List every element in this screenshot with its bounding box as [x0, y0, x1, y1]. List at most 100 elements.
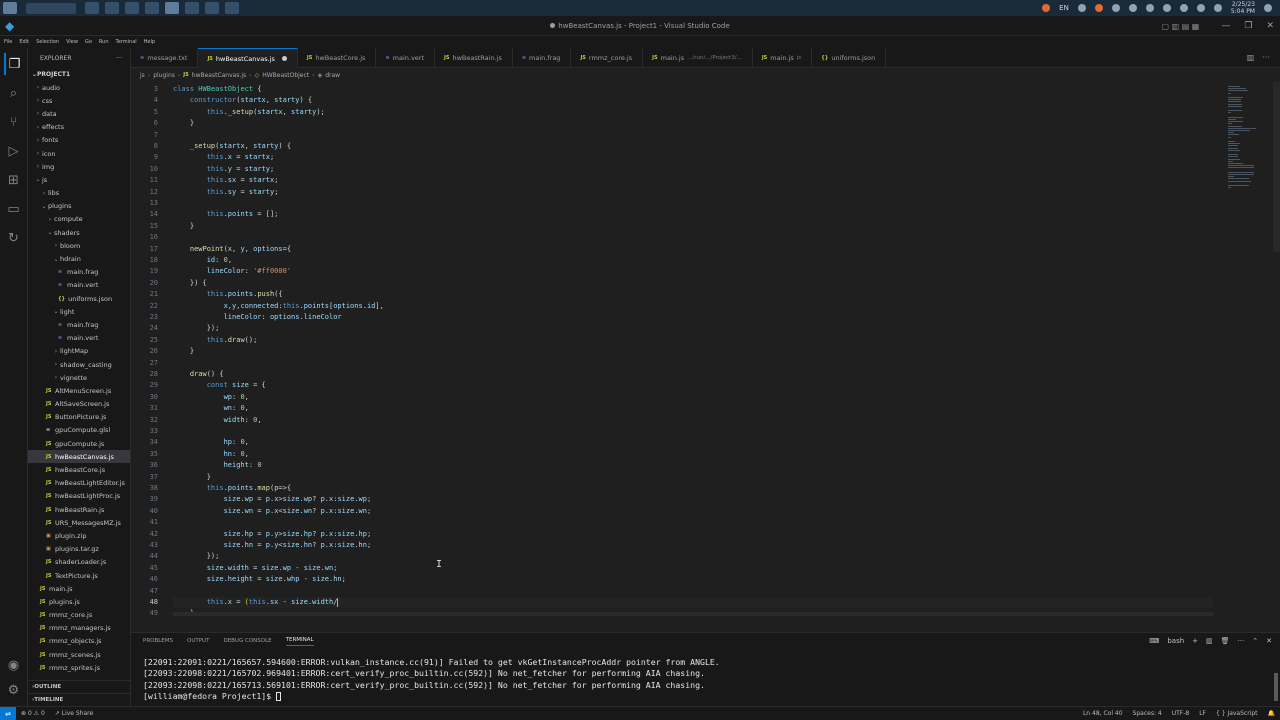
code-line[interactable]: }: [173, 221, 194, 232]
outline-section[interactable]: › OUTLINE: [28, 680, 130, 693]
terminal-output[interactable]: [22091:22091:0221/165657.594600:ERROR:vu…: [131, 649, 1280, 703]
split-editor-icon[interactable]: ▥: [1247, 53, 1255, 62]
maximize-panel-icon[interactable]: ⌃: [1252, 637, 1258, 645]
code-line[interactable]: width: 0,: [173, 415, 262, 426]
code-line[interactable]: draw() {: [173, 369, 224, 380]
extensions-icon[interactable]: ⊞: [4, 169, 24, 191]
notifications-icon[interactable]: [1264, 4, 1272, 12]
editor-tab[interactable]: JS main.js .../run/.../Project3/...: [643, 48, 753, 68]
tray-icon[interactable]: [1111, 4, 1120, 12]
unsaved-dot-icon[interactable]: [281, 56, 287, 61]
tree-file[interactable]: JS hwBeastCore.js: [28, 463, 130, 476]
code-line[interactable]: }: [173, 346, 194, 357]
tray-icon[interactable]: [1077, 4, 1086, 12]
code-line[interactable]: size.hn = p.y<size.hn? p.x:size.hn;: [173, 540, 372, 551]
tree-folder[interactable]: › css: [28, 94, 130, 107]
code-line[interactable]: size.height = size.whp - size.hn;: [173, 574, 346, 585]
tree-file[interactable]: JS gpuCompute.js: [28, 437, 130, 450]
tree-file[interactable]: JS AltSaveScreen.js: [28, 398, 130, 411]
terminal-scrollbar[interactable]: [1274, 673, 1278, 701]
editor-tab[interactable]: JS hwBeastCanvas.js: [198, 48, 298, 68]
project-root[interactable]: ⌄ PROJECT1: [28, 68, 130, 81]
code-line[interactable]: const size = {: [173, 380, 266, 391]
vertical-scrollbar[interactable]: [1273, 82, 1280, 252]
minimize-button[interactable]: —: [1221, 21, 1230, 31]
code-line[interactable]: this._setup(startx, starty);: [173, 107, 325, 118]
live-share-status[interactable]: ↗ Live Share: [50, 710, 98, 717]
tree-file[interactable]: ≡ main.vert: [28, 279, 130, 292]
code-line[interactable]: lineColor: options.lineColor: [173, 312, 342, 323]
editor-tab[interactable]: JS hwBeastRain.js: [435, 48, 513, 68]
tree-file[interactable]: JS TextPicture.js: [28, 569, 130, 582]
tree-folder[interactable]: ⌄ light: [28, 305, 130, 318]
tree-folder[interactable]: › fonts: [28, 134, 130, 147]
taskbar-app-icon[interactable]: [125, 2, 139, 14]
notifications-bell-icon[interactable]: 🔔: [1263, 710, 1280, 717]
more-actions-icon[interactable]: ···: [1262, 53, 1270, 62]
language-mode[interactable]: { } JavaScript: [1211, 710, 1263, 717]
menu-help[interactable]: Help: [144, 39, 155, 45]
minimap[interactable]: [1222, 82, 1272, 202]
code-editor[interactable]: 3 4 5 6 7 8 9 10 11 12 13 14 15 16 17 18 19 20 21 22 23 24 25 2…: [131, 82, 1280, 626]
settings-gear-icon[interactable]: ⚙: [8, 683, 20, 698]
tree-file[interactable]: JS hwBeastLightEditor.js: [28, 477, 130, 490]
tree-folder[interactable]: › vignette: [28, 371, 130, 384]
panel-tab-problems[interactable]: PROBLEMS: [143, 638, 173, 644]
taskbar-app-icon[interactable]: [145, 2, 159, 14]
tree-file[interactable]: ≡ main.frag: [28, 266, 130, 279]
code-line[interactable]: wn: 0,: [173, 403, 249, 414]
live-share-icon[interactable]: ↻: [4, 227, 24, 249]
tree-file[interactable]: ≡ gpuCompute.glsl: [28, 424, 130, 437]
tree-folder[interactable]: › icon: [28, 147, 130, 160]
tray-icon[interactable]: [1145, 4, 1154, 12]
remote-explorer-icon[interactable]: ▭: [4, 198, 24, 220]
menu-go[interactable]: Go: [85, 39, 92, 45]
editor-tab[interactable]: JS rmmz_core.js: [571, 48, 644, 68]
code-line[interactable]: hn: 0,: [173, 449, 249, 460]
code-line[interactable]: });: [173, 551, 220, 562]
tree-file[interactable]: JS hwBeastLightProc.js: [28, 490, 130, 503]
layout-toggle-icon[interactable]: ▢ ▥ ▤ ▦: [1162, 22, 1200, 31]
taskbar-app-icon[interactable]: [225, 2, 239, 14]
editor-tab[interactable]: JS hwBeastCore.js: [298, 48, 377, 68]
code-line[interactable]: this.sx = startx;: [173, 175, 279, 186]
menu-edit[interactable]: Edit: [19, 39, 29, 45]
editor-tab[interactable]: ≡ main.frag: [513, 48, 572, 68]
cursor-position[interactable]: Ln 48, Col 40: [1078, 710, 1128, 717]
code-line[interactable]: hp: 0,: [173, 437, 249, 448]
code-line[interactable]: this.sy = starty;: [173, 187, 279, 198]
code-line[interactable]: size.hp = p.y>size.hp? p.x:size.hp;: [173, 529, 372, 540]
code-area[interactable]: class HWBeastObject { constructor(startx…: [173, 82, 1213, 626]
encoding[interactable]: UTF-8: [1167, 710, 1195, 717]
new-terminal-icon[interactable]: +: [1192, 637, 1198, 645]
tree-file[interactable]: JS rmmz_scenes.js: [28, 648, 130, 661]
menu-file[interactable]: File: [4, 39, 12, 45]
account-icon[interactable]: ◉: [8, 658, 19, 673]
editor-tab[interactable]: {} uniforms.json: [812, 48, 887, 68]
close-button[interactable]: ✕: [1266, 21, 1274, 31]
end-of-line[interactable]: LF: [1194, 710, 1211, 717]
code-line[interactable]: size.wn = p.x<size.wn? p.x:size.wn;: [173, 506, 372, 517]
close-panel-icon[interactable]: ✕: [1266, 637, 1272, 645]
editor-tab[interactable]: ≡ main.vert: [376, 48, 436, 68]
clock[interactable]: 2/25/23 5:04 PM: [1231, 1, 1255, 15]
run-debug-icon[interactable]: ▷: [4, 140, 24, 162]
maximize-button[interactable]: ❐: [1244, 21, 1252, 31]
code-line[interactable]: this.points.map(p=>{: [173, 483, 291, 494]
breadcrumb-item[interactable]: plugins: [153, 72, 175, 79]
tree-file[interactable]: JS URS_MessagesMZ.js: [28, 516, 130, 529]
tree-folder[interactable]: › bloom: [28, 239, 130, 252]
explorer-more-icon[interactable]: ···: [116, 55, 122, 62]
taskbar-vscode-icon[interactable]: [165, 2, 179, 14]
tree-file[interactable]: ≡ main.frag: [28, 318, 130, 331]
tree-file[interactable]: JS rmmz_sprites.js: [28, 661, 130, 674]
tree-file[interactable]: JS hwBeastRain.js: [28, 503, 130, 516]
taskbar-app-icon[interactable]: [85, 2, 99, 14]
kill-terminal-icon[interactable]: 🗑: [1221, 637, 1230, 645]
tray-icon[interactable]: [1042, 4, 1051, 12]
horizontal-scrollbar[interactable]: [173, 612, 1213, 616]
taskbar-app-icon[interactable]: [185, 2, 199, 14]
split-terminal-icon[interactable]: ▥: [1206, 637, 1213, 645]
explorer-icon[interactable]: ❐: [3, 53, 24, 75]
menu-selection[interactable]: Selection: [36, 39, 59, 45]
